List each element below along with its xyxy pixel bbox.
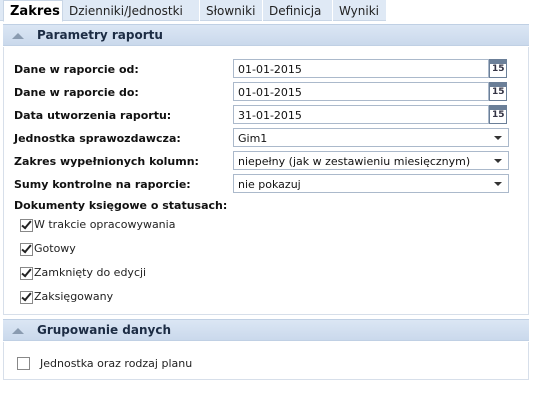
calendar-icon[interactable]: 15 [489,82,507,101]
section-header-grupowanie[interactable]: Grupowanie danych [3,319,529,341]
status-label: W trakcie opracowywania [34,218,176,231]
date-from-label: Dane w raporcie od: [14,63,139,76]
calendar-icon[interactable]: 15 [489,59,507,78]
created-date-field[interactable]: 31-01-2015 [233,105,489,124]
date-to-field[interactable]: 01-01-2015 [233,82,489,101]
chevron-down-icon[interactable] [494,136,502,140]
columns-select[interactable]: niepełny (jak w zestawieniu miesięcznym) [233,151,509,170]
calendar-icon[interactable]: 15 [489,105,507,124]
checksums-label: Sumy kontrolne na raporcie: [14,178,191,191]
created-date-label: Data utworzenia raportu: [14,109,172,122]
section-title: Grupowanie danych [37,323,172,337]
tab-bar: Zakres Dzienniki/Jednostki Słowniki Defi… [0,0,386,22]
checksums-value: nie pokazuj [238,178,301,191]
status-checkbox[interactable] [20,266,33,280]
date-to-value: 01-01-2015 [238,86,302,99]
collapse-arrow-icon[interactable] [12,328,24,334]
collapse-arrow-icon[interactable] [12,33,24,39]
tab-definicja[interactable]: Definicja [263,0,333,21]
section-header-parametry[interactable]: Parametry raportu [3,24,529,46]
status-checkbox[interactable] [20,290,33,304]
status-checkbox[interactable] [20,218,33,232]
created-date-value: 31-01-2015 [238,109,302,122]
chevron-down-icon[interactable] [494,159,502,163]
tab-slowniki[interactable]: Słowniki [200,0,263,21]
unit-value: Gim1 [238,132,268,145]
date-from-value: 01-01-2015 [238,63,302,76]
columns-value: niepełny (jak w zestawieniu miesięcznym) [238,155,471,168]
status-label: Gotowy [34,242,76,255]
grouping-checkbox[interactable] [17,357,30,370]
chevron-down-icon[interactable] [494,182,502,186]
statuses-label: Dokumenty księgowe o statusach: [14,199,228,212]
checksums-select[interactable]: nie pokazuj [233,174,509,193]
grouping-option-label: Jednostka oraz rodzaj planu [40,357,193,370]
status-label: Zaksięgowany [34,290,114,303]
unit-label: Jednostka sprawozdawcza: [14,132,181,145]
columns-label: Zakres wypełnionych kolumn: [14,155,199,168]
status-label: Zamknięty do edycji [34,266,147,279]
tab-zakres[interactable]: Zakres [3,0,63,22]
section-title: Parametry raportu [37,28,163,42]
date-to-label: Dane w raporcie do: [14,86,139,99]
date-from-field[interactable]: 01-01-2015 [233,59,489,78]
status-checkbox[interactable] [20,242,33,256]
tab-wyniki[interactable]: Wyniki [333,0,386,21]
tab-dzienniki-jednostki[interactable]: Dzienniki/Jednostki [63,0,200,21]
unit-select[interactable]: Gim1 [233,128,509,147]
